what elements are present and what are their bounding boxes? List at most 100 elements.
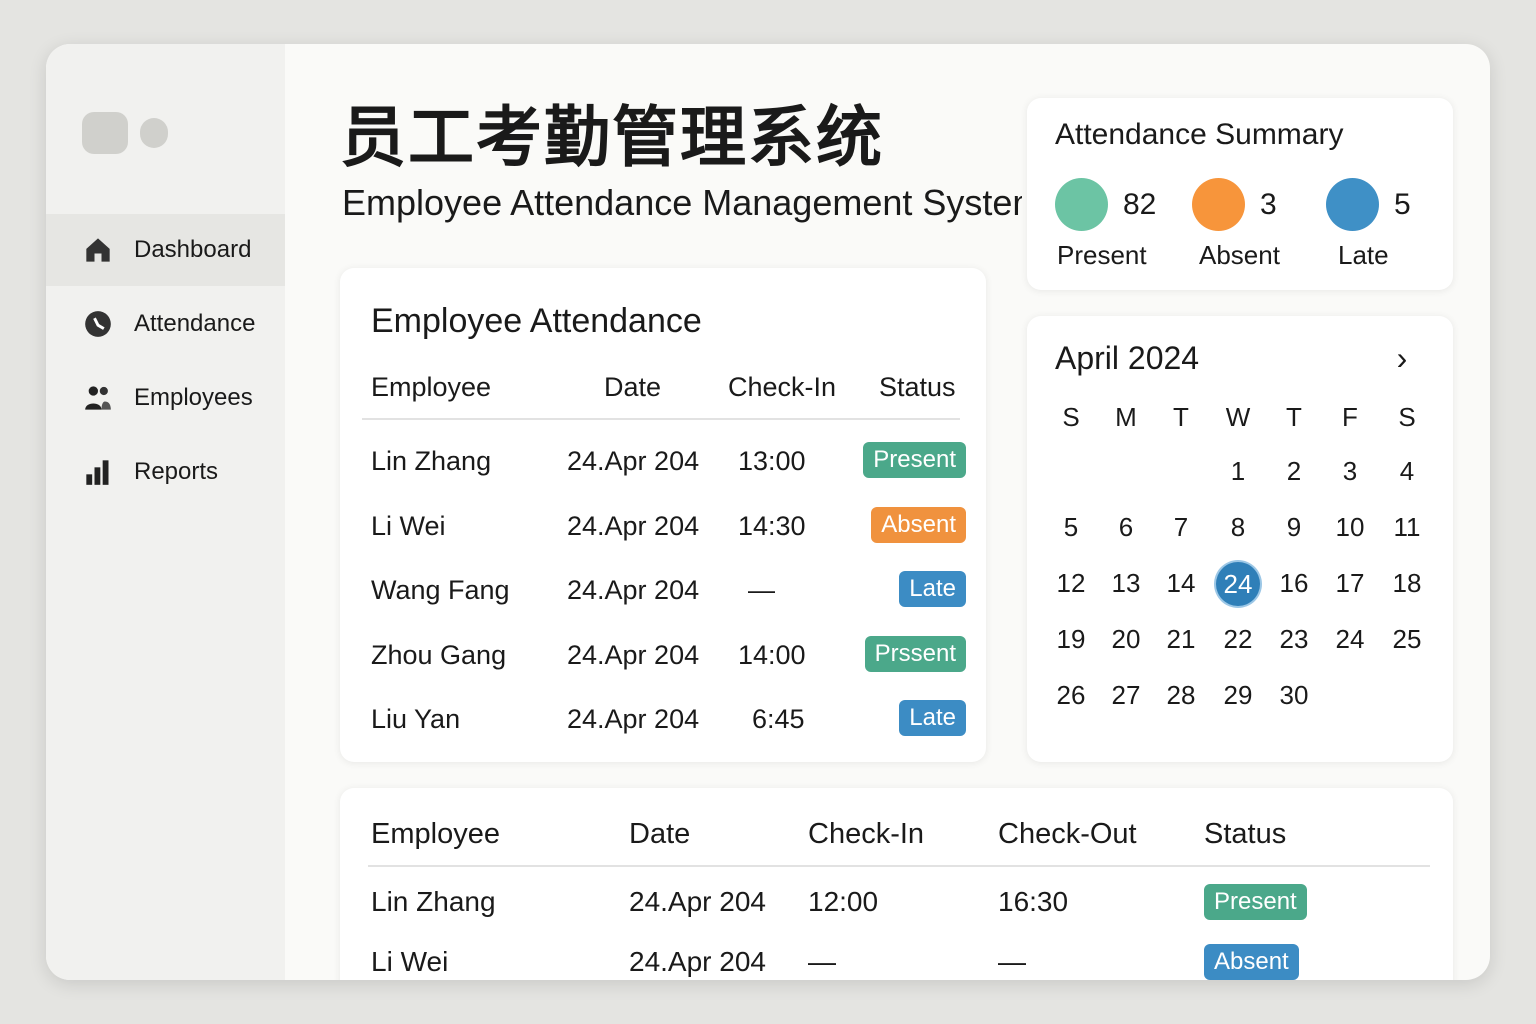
table-row[interactable]: Liu Yan 24.Apr 204 6:45 Late <box>340 700 986 750</box>
column-header: Employee <box>371 372 492 402</box>
summary-label: Late <box>1338 240 1389 270</box>
status-badge: Absent <box>1204 944 1299 980</box>
column-header: Check-In <box>728 372 837 402</box>
calendar-day[interactable]: 24 <box>1325 624 1375 655</box>
sidebar-item-label: Attendance <box>134 310 256 337</box>
calendar-day[interactable]: 10 <box>1325 512 1375 543</box>
status-badge: Late <box>899 571 966 607</box>
calendar-day[interactable]: 14 <box>1156 568 1206 599</box>
status-badge: Present <box>1204 884 1307 920</box>
calendar-card: April 2024 › S M T W T F S 1 2 3 4 5 6 7 8 9 10 11 12 13 14 2… <box>1027 316 1453 762</box>
clock-icon <box>85 311 111 337</box>
calendar-day[interactable]: 4 <box>1382 456 1432 487</box>
table-cell: Zhou Gang <box>371 639 507 670</box>
weekday-label: W <box>1225 402 1251 432</box>
bar-chart-icon <box>86 460 109 485</box>
weekday-label: F <box>1342 402 1358 432</box>
page-title-en: Employee Attendance Management System <box>342 182 1022 223</box>
sidebar-item-employees[interactable]: Employees <box>46 362 285 434</box>
divider <box>362 418 960 420</box>
weekday-label: T <box>1286 402 1302 432</box>
calendar-day[interactable]: 17 <box>1325 568 1375 599</box>
column-header: Check-Out <box>998 818 1137 850</box>
sidebar-item-label: Reports <box>134 458 219 485</box>
calendar-day[interactable]: 27 <box>1101 680 1151 711</box>
card-title: Employee Attendance <box>371 302 702 340</box>
calendar-day[interactable]: 8 <box>1213 512 1263 543</box>
calendar-day[interactable]: 9 <box>1269 512 1319 543</box>
calendar-day[interactable]: 23 <box>1269 624 1319 655</box>
summary-count: 5 <box>1394 188 1411 221</box>
attendance-card: Employee Attendance Employee Date Check-… <box>340 268 986 762</box>
calendar-day[interactable]: 26 <box>1046 680 1096 711</box>
status-circle-absent <box>1192 178 1245 231</box>
sidebar-item-label: Dashboard <box>134 236 252 263</box>
calendar-day[interactable]: 21 <box>1156 624 1206 655</box>
table-cell: 24.Apr 204 <box>567 446 700 476</box>
summary-count: 3 <box>1260 188 1277 221</box>
calendar-day[interactable]: 12 <box>1046 568 1096 599</box>
column-header: Status <box>1204 818 1287 850</box>
sidebar-item-attendance[interactable]: Attendance <box>46 288 285 360</box>
chevron-right-icon[interactable]: › <box>1387 340 1417 377</box>
table-cell: 14:30 <box>738 510 806 541</box>
table-cell: — <box>998 946 1026 977</box>
calendar-day[interactable]: 11 <box>1382 512 1432 543</box>
table-cell: Li Wei <box>371 510 446 541</box>
status-circle-late <box>1326 178 1379 231</box>
home-icon <box>86 238 110 262</box>
weekday-label: S <box>1398 402 1416 432</box>
table-cell: 24.Apr 204 <box>567 704 700 734</box>
status-badge: Present <box>863 442 966 478</box>
calendar-day[interactable]: 2 <box>1269 456 1319 487</box>
calendar-day[interactable]: 7 <box>1156 512 1206 543</box>
table-cell: 24.Apr 204 <box>567 639 700 670</box>
summary-label: Present <box>1057 240 1147 270</box>
calendar-day[interactable]: 20 <box>1101 624 1151 655</box>
table-cell: 6:45 <box>752 704 805 734</box>
divider <box>368 865 1430 867</box>
calendar-day[interactable]: 3 <box>1325 456 1375 487</box>
page-title-cn: 员工考勤管理系统 <box>340 100 884 174</box>
table-cell: 24.Apr 204 <box>567 575 700 605</box>
table-cell: 24.Apr 204 <box>567 510 700 541</box>
column-header: Employee <box>371 818 500 850</box>
table-row[interactable]: Wang Fang 24.Apr 204 — Late <box>340 571 986 621</box>
summary-count: 82 <box>1123 188 1157 221</box>
table-cell: — <box>808 946 836 977</box>
logo-shape <box>82 112 128 154</box>
sidebar-item-dashboard[interactable]: Dashboard <box>46 214 285 286</box>
calendar-day[interactable]: 13 <box>1101 568 1151 599</box>
table-cell: 24.Apr 204 <box>629 946 766 977</box>
calendar-day[interactable]: 25 <box>1382 624 1432 655</box>
calendar-day[interactable]: 6 <box>1101 512 1151 543</box>
table-row[interactable]: Li Wei 24.Apr 204 14:30 Absent <box>340 506 986 557</box>
column-header: Date <box>604 372 662 402</box>
column-header: Check-In <box>808 818 925 850</box>
calendar-day[interactable]: 19 <box>1046 624 1096 655</box>
status-badge: Absent <box>871 506 966 543</box>
logo-dot <box>140 118 168 148</box>
calendar-day[interactable]: 16 <box>1269 568 1319 599</box>
table-row[interactable]: Lin Zhang 24.Apr 204 13:00 Present <box>340 442 986 492</box>
attendance-log-card: Employee Date Check-In Check-Out Status Lin Z… <box>340 788 1453 980</box>
calendar-day-selected[interactable]: 24 <box>1216 562 1260 606</box>
calendar-day[interactable]: 30 <box>1269 680 1319 711</box>
table-row[interactable]: Zhou Gang 24.Apr 204 14:00 Prssent <box>340 635 986 686</box>
status-badge: Late <box>899 700 966 736</box>
table-cell: 13:00 <box>738 446 806 476</box>
table-cell: Lin Zhang <box>371 446 492 476</box>
calendar-day[interactable]: 28 <box>1156 680 1206 711</box>
table-cell: Liu Yan <box>371 704 461 734</box>
summary-card: Attendance Summary 82 Present 3 Absent 5 Late <box>1027 98 1453 290</box>
weekday-label: M <box>1115 402 1137 432</box>
sidebar-item-reports[interactable]: Reports <box>46 436 285 508</box>
calendar-day[interactable]: 1 <box>1213 456 1263 487</box>
calendar-day[interactable]: 22 <box>1213 624 1263 655</box>
calendar-day[interactable]: 5 <box>1046 512 1096 543</box>
calendar-day[interactable]: 29 <box>1213 680 1263 711</box>
column-header: Status <box>879 372 956 402</box>
calendar-day[interactable]: 18 <box>1382 568 1432 599</box>
table-cell: 16:30 <box>998 886 1069 917</box>
sidebar: Dashboard Attendance Employees Reports <box>46 44 285 980</box>
